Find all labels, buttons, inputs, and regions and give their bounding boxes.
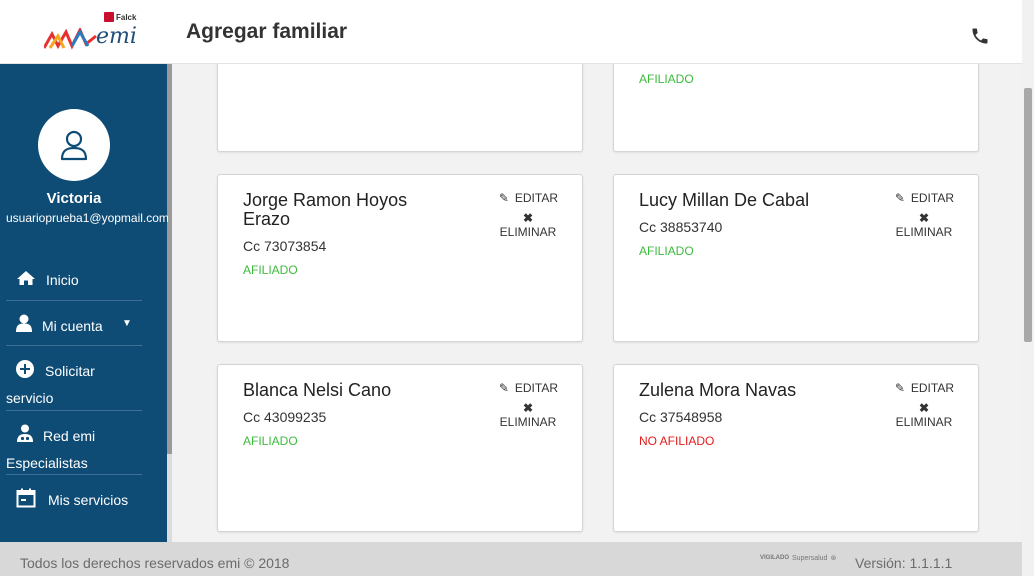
member-card: Blanca Nelsi Cano Cc 43099235 AFILIADO ✎…: [217, 364, 583, 532]
user-avatar-icon: [60, 130, 88, 161]
member-id: Cc 38853740: [639, 219, 723, 235]
falck-logo: Falck: [104, 12, 136, 22]
sidebar-item-inicio[interactable]: Inicio: [6, 268, 142, 292]
member-name: Zulena Mora Navas: [639, 380, 797, 400]
pencil-icon: ✎: [894, 381, 905, 395]
sidebar-scrollbar[interactable]: [167, 64, 172, 542]
main-content: AFILIADO Jorge Ramon Hoyos Erazo Cc 7307…: [177, 64, 1022, 542]
close-icon: ✖: [522, 401, 534, 415]
close-icon: ✖: [918, 211, 930, 225]
calendar-icon: [16, 488, 36, 508]
falck-badge-icon: [104, 12, 114, 22]
delete-button[interactable]: ✖ ELIMINAR: [894, 211, 954, 239]
edit-button[interactable]: ✎ EDITAR: [499, 191, 558, 205]
sidebar: Victoria usuarioprueba1@yopmail.com Inic…: [0, 64, 172, 542]
edit-button[interactable]: ✎ EDITAR: [895, 191, 954, 205]
member-card: Lucy Millan De Cabal Cc 38853740 AFILIAD…: [613, 174, 979, 342]
member-id: Cc 37548958: [639, 409, 723, 425]
pencil-icon: ✎: [498, 191, 509, 205]
pencil-icon: ✎: [894, 191, 905, 205]
close-icon: ✖: [522, 211, 534, 225]
phone-icon[interactable]: [970, 26, 990, 46]
copyright-text: Todos los derechos reservados emi © 2018: [20, 555, 290, 571]
status-badge: NO AFILIADO: [639, 434, 715, 448]
top-header: Falck emi Agregar familiar: [0, 0, 1022, 64]
member-id: Cc 43099235: [243, 409, 327, 425]
page-scrollbar-thumb[interactable]: [1024, 88, 1032, 342]
delete-button[interactable]: ✖ ELIMINAR: [498, 401, 558, 429]
home-icon: [17, 271, 35, 285]
footer: Todos los derechos reservados emi © 2018…: [0, 542, 1022, 576]
edit-button[interactable]: ✎ EDITAR: [895, 381, 954, 395]
delete-button[interactable]: ✖ ELIMINAR: [498, 211, 558, 239]
edit-button[interactable]: ✎ EDITAR: [499, 381, 558, 395]
sidebar-divider: [6, 474, 142, 475]
close-icon: ✖: [918, 401, 930, 415]
user-email: usuarioprueba1@yopmail.com: [6, 211, 168, 225]
delete-button[interactable]: ✖ ELIMINAR: [894, 401, 954, 429]
member-card-partial: [217, 64, 583, 152]
version-text: Versión: 1.1.1.1: [855, 555, 953, 571]
chevron-down-icon[interactable]: ▼: [122, 318, 132, 329]
status-badge: AFILIADO: [639, 72, 694, 86]
status-badge: AFILIADO: [639, 244, 694, 258]
supersalud-logo: VIGILADO Supersalud ⊛: [760, 554, 837, 563]
member-card: Jorge Ramon Hoyos Erazo Cc 73073854 AFIL…: [217, 174, 583, 342]
plus-circle-icon: [16, 360, 34, 378]
emi-wave-icon: [44, 28, 97, 50]
member-card: Zulena Mora Navas Cc 37548958 NO AFILIAD…: [613, 364, 979, 532]
doctor-icon: [17, 424, 33, 442]
sidebar-item-mi-cuenta[interactable]: Mi cuenta ▼: [6, 314, 142, 338]
member-name: Blanca Nelsi Cano: [243, 380, 392, 400]
page-title: Agregar familiar: [186, 20, 348, 43]
member-name: Jorge Ramon Hoyos Erazo: [243, 190, 408, 229]
sidebar-divider: [6, 300, 142, 301]
sidebar-divider: [6, 345, 142, 346]
status-badge: AFILIADO: [243, 263, 298, 277]
sidebar-item-mis-servicios[interactable]: Mis servicios: [6, 488, 142, 512]
status-badge: AFILIADO: [243, 434, 298, 448]
member-card-partial: AFILIADO: [613, 64, 979, 152]
emi-logo[interactable]: Falck emi: [44, 12, 144, 52]
member-name: Lucy Millan De Cabal: [639, 190, 810, 210]
member-id: Cc 73073854: [243, 238, 327, 254]
sidebar-divider: [6, 410, 142, 411]
sidebar-scrollbar-thumb[interactable]: [167, 64, 172, 454]
supersalud-seal-icon: ⊛: [830, 555, 837, 562]
pencil-icon: ✎: [498, 381, 509, 395]
sidebar-item-red-emi[interactable]: Red emi Especialistas: [6, 422, 142, 471]
sidebar-item-solicitar-servicio[interactable]: Solicitar servicio: [6, 358, 142, 406]
avatar[interactable]: [38, 109, 110, 181]
page-scrollbar[interactable]: [1022, 0, 1034, 576]
user-name: Victoria: [46, 190, 102, 207]
user-icon: [16, 314, 32, 332]
